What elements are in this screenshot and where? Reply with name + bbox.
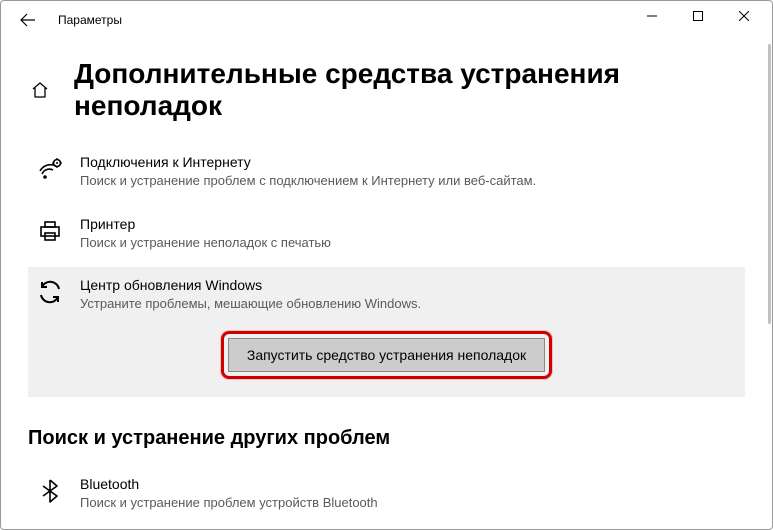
- troubleshooter-bluetooth[interactable]: Bluetooth Поиск и устранение проблем уст…: [28, 466, 745, 522]
- item-title: Центр обновления Windows: [80, 277, 739, 293]
- section-heading-other: Поиск и устранение других проблем: [28, 427, 745, 450]
- content-area: Дополнительные средства устранения непол…: [0, 40, 773, 530]
- item-desc: Поиск и устранение проблем устройств Blu…: [80, 494, 739, 512]
- item-desc: Устраните проблемы, мешающие обновлению …: [80, 295, 739, 313]
- home-button[interactable]: [28, 78, 52, 102]
- minimize-button[interactable]: [629, 0, 675, 32]
- item-title: Принтер: [80, 216, 739, 232]
- troubleshooter-internet[interactable]: Подключения к Интернету Поиск и устранен…: [28, 144, 745, 200]
- printer-icon: [34, 216, 66, 248]
- troubleshooter-printer[interactable]: Принтер Поиск и устранение неполадок с п…: [28, 206, 745, 262]
- run-button-highlight: Запустить средство устранения неполадок: [221, 331, 552, 379]
- item-title: Подключения к Интернету: [80, 154, 739, 170]
- scrollbar-thumb[interactable]: [768, 44, 771, 324]
- close-icon: [739, 11, 749, 21]
- scrollbar[interactable]: [767, 44, 771, 526]
- troubleshooter-windows-update[interactable]: Центр обновления Windows Устраните пробл…: [28, 267, 745, 397]
- bluetooth-icon: [34, 476, 66, 508]
- page-title: Дополнительные средства устранения непол…: [74, 58, 745, 122]
- maximize-button[interactable]: [675, 0, 721, 32]
- home-icon: [31, 81, 49, 99]
- title-bar: Параметры: [0, 0, 773, 40]
- window-title: Параметры: [58, 13, 122, 27]
- header-row: Дополнительные средства устранения непол…: [28, 58, 745, 122]
- close-button[interactable]: [721, 0, 767, 32]
- item-desc: Поиск и устранение проблем с подключение…: [80, 172, 739, 190]
- wifi-icon: [34, 154, 66, 186]
- window-controls: [629, 0, 767, 32]
- item-title: Bluetooth: [80, 476, 739, 492]
- arrow-left-icon: [20, 12, 36, 28]
- run-troubleshooter-button[interactable]: Запустить средство устранения неполадок: [228, 338, 545, 372]
- update-icon: [34, 277, 66, 309]
- maximize-icon: [693, 11, 703, 21]
- item-desc: Поиск и устранение неполадок с печатью: [80, 234, 739, 252]
- minimize-icon: [647, 11, 657, 21]
- back-button[interactable]: [12, 4, 44, 36]
